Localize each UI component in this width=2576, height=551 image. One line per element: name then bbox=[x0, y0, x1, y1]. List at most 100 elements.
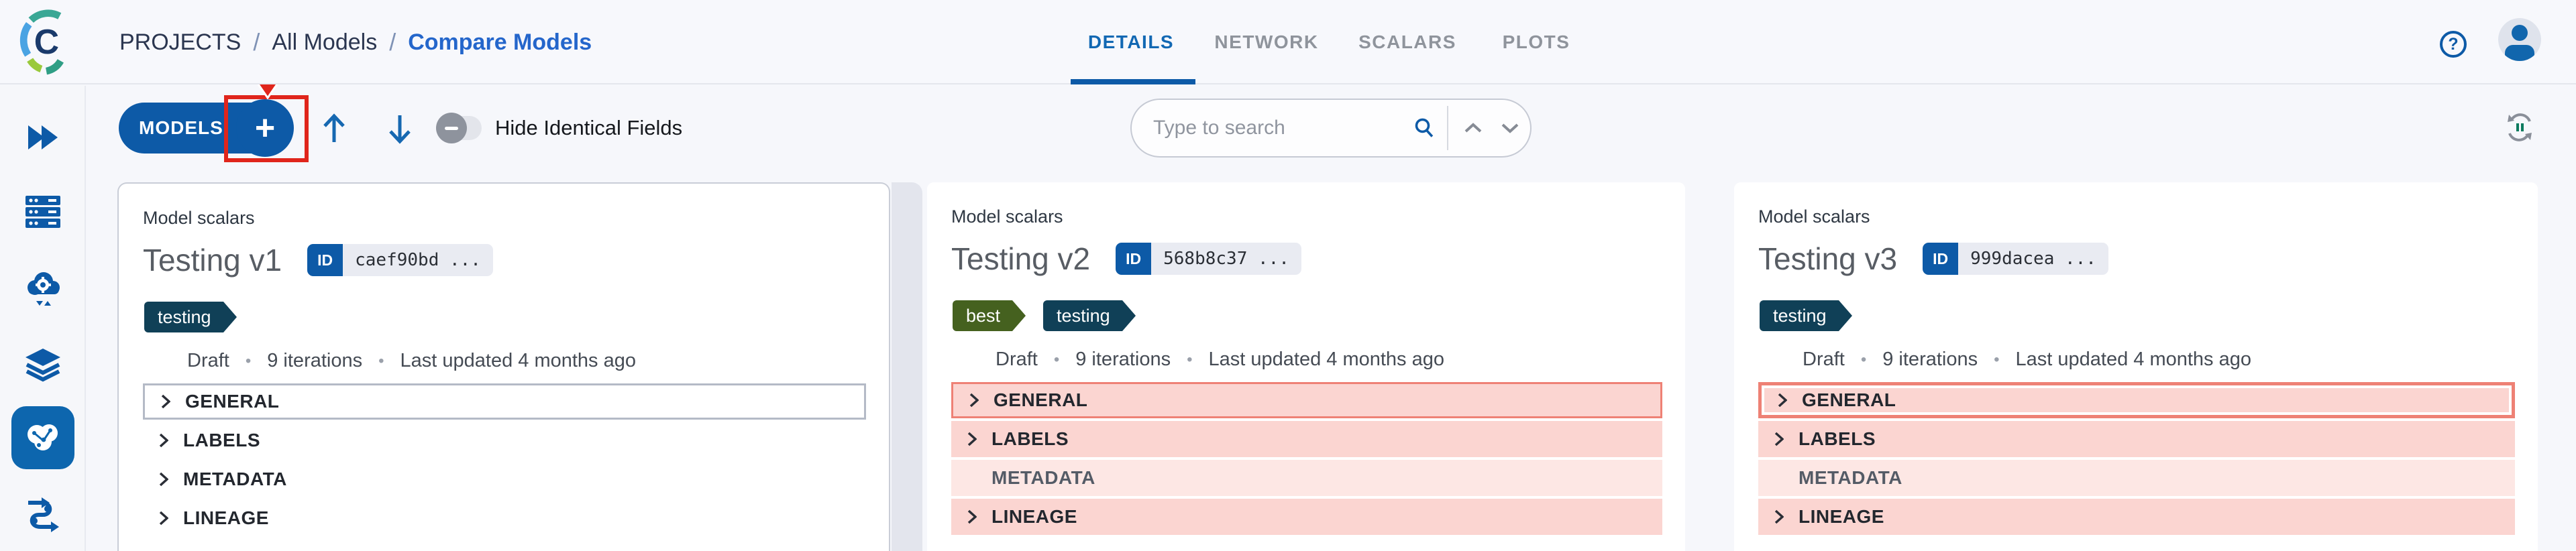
tag-testing: testing bbox=[1760, 300, 1839, 331]
id-chip-label: ID bbox=[307, 244, 343, 276]
help-icon[interactable]: ? bbox=[2440, 31, 2467, 58]
breadcrumb-separator: / bbox=[253, 28, 260, 56]
section-lineage[interactable]: LINEAGE bbox=[951, 499, 1662, 535]
breadcrumb-all-models[interactable]: All Models bbox=[272, 29, 377, 56]
id-chip-value: 568b8c37 ... bbox=[1151, 243, 1301, 275]
search-divider bbox=[1447, 106, 1448, 150]
model-id-chip[interactable]: ID caef90bd ... bbox=[307, 244, 493, 276]
model-title: Testing v1 bbox=[143, 242, 282, 278]
section-labels[interactable]: LABELS bbox=[1758, 421, 2515, 457]
hide-identical-fields-label: Hide Identical Fields bbox=[495, 103, 682, 154]
section-general[interactable]: GENERAL bbox=[1758, 382, 2515, 418]
clearml-logo-icon[interactable]: C bbox=[19, 7, 70, 76]
status-separator: • bbox=[378, 352, 384, 371]
breadcrumb-separator: / bbox=[389, 28, 396, 56]
section-label: GENERAL bbox=[994, 389, 1087, 411]
sidebar-item-workers[interactable] bbox=[0, 180, 86, 245]
status-iterations: 9 iterations bbox=[1882, 349, 1978, 371]
tab-scalars[interactable]: SCALARS bbox=[1358, 0, 1456, 84]
move-down-icon[interactable] bbox=[386, 113, 413, 145]
status-iterations: 9 iterations bbox=[267, 350, 362, 372]
chevron-down-icon bbox=[1501, 122, 1519, 134]
search-next-button[interactable] bbox=[1491, 99, 1530, 158]
card-title-row: Testing v3 ID 999dacea ... bbox=[1758, 240, 2108, 278]
chevron-right-icon bbox=[1774, 509, 1784, 524]
chevron-right-icon bbox=[159, 472, 168, 487]
status-separator: • bbox=[1861, 351, 1866, 369]
search-prev-button[interactable] bbox=[1456, 99, 1490, 158]
hide-identical-fields-toggle[interactable] bbox=[437, 116, 482, 140]
card-stack-edge bbox=[892, 182, 922, 551]
active-tab-underline bbox=[1071, 79, 1195, 84]
cloud-gear-icon bbox=[23, 270, 63, 309]
tag-testing: testing bbox=[1043, 300, 1122, 331]
chevron-right-icon bbox=[159, 433, 168, 448]
sidebar-item-models-active[interactable] bbox=[11, 406, 74, 469]
search-icon[interactable] bbox=[1413, 116, 1435, 140]
section-general[interactable]: GENERAL bbox=[951, 382, 1662, 418]
section-label: LABELS bbox=[991, 428, 1069, 450]
sidebar-item-pipelines[interactable] bbox=[0, 483, 86, 547]
top-header: C PROJECTS / All Models / Compare Models… bbox=[0, 0, 2576, 84]
search-input[interactable] bbox=[1152, 116, 1413, 140]
id-chip-label: ID bbox=[1923, 243, 1958, 275]
sidebar-item-getting-started[interactable] bbox=[0, 105, 86, 170]
auto-refresh-button[interactable] bbox=[2505, 113, 2534, 142]
breadcrumb: PROJECTS / All Models / Compare Models bbox=[119, 0, 592, 84]
section-label: LINEAGE bbox=[1799, 506, 1884, 528]
model-id-chip[interactable]: ID 999dacea ... bbox=[1923, 243, 2108, 275]
sidebar-item-serving[interactable] bbox=[0, 257, 86, 322]
status-updated: Last updated 4 months ago bbox=[2016, 349, 2251, 371]
status-row: Draft • 9 iterations • Last updated 4 mo… bbox=[1803, 349, 2251, 371]
pipeline-icon bbox=[25, 495, 60, 535]
section-metadata[interactable]: METADATA bbox=[143, 461, 866, 497]
svg-text:C: C bbox=[34, 22, 59, 61]
sidebar-item-datasets[interactable] bbox=[0, 333, 86, 397]
status-updated: Last updated 4 months ago bbox=[1209, 349, 1444, 371]
sections-list: GENERAL LABELS METADATA LINEAGE bbox=[951, 382, 1662, 538]
sections-list: GENERAL LABELS METADATA LINEAGE bbox=[1758, 382, 2515, 538]
tags-row: testing bbox=[144, 302, 254, 332]
section-lineage[interactable]: LINEAGE bbox=[143, 500, 866, 536]
servers-icon bbox=[24, 194, 62, 231]
section-label: METADATA bbox=[991, 467, 1095, 489]
section-label: GENERAL bbox=[185, 391, 279, 412]
status-separator: • bbox=[1187, 351, 1192, 369]
model-card-testing-v1: Model scalars Testing v1 ID caef90bd ...… bbox=[117, 182, 890, 551]
chevron-up-icon bbox=[1464, 122, 1483, 134]
breadcrumb-compare-models[interactable]: Compare Models bbox=[408, 29, 592, 56]
section-general[interactable]: GENERAL bbox=[143, 383, 866, 420]
section-labels[interactable]: LABELS bbox=[143, 422, 866, 458]
double-play-icon bbox=[25, 124, 60, 151]
status-row: Draft • 9 iterations • Last updated 4 mo… bbox=[996, 349, 1444, 371]
card-kicker: Model scalars bbox=[951, 206, 1063, 227]
add-model-button[interactable]: + bbox=[236, 99, 294, 157]
section-lineage[interactable]: LINEAGE bbox=[1758, 499, 2515, 535]
tab-plots[interactable]: PLOTS bbox=[1503, 0, 1570, 84]
user-avatar-icon[interactable] bbox=[2498, 18, 2541, 61]
app-sidebar bbox=[0, 86, 86, 551]
status-separator: • bbox=[246, 352, 251, 371]
search-box bbox=[1130, 99, 1532, 158]
status-state: Draft bbox=[1803, 349, 1845, 371]
section-metadata: METADATA bbox=[951, 460, 1662, 496]
layers-icon bbox=[24, 349, 62, 382]
card-title-row: Testing v1 ID caef90bd ... bbox=[143, 241, 493, 279]
tab-details[interactable]: DETAILS bbox=[1088, 0, 1174, 84]
chevron-right-icon bbox=[159, 511, 168, 526]
toggle-knob bbox=[436, 113, 467, 143]
move-up-icon[interactable] bbox=[321, 113, 347, 145]
status-separator: • bbox=[1994, 351, 1999, 369]
tag-best: best bbox=[953, 300, 1012, 331]
brain-models-icon bbox=[23, 421, 62, 454]
section-labels[interactable]: LABELS bbox=[951, 421, 1662, 457]
model-id-chip[interactable]: ID 568b8c37 ... bbox=[1116, 243, 1301, 275]
breadcrumb-projects[interactable]: PROJECTS bbox=[119, 29, 241, 56]
id-chip-label: ID bbox=[1116, 243, 1151, 275]
tab-network[interactable]: NETWORK bbox=[1214, 0, 1318, 84]
status-state: Draft bbox=[187, 350, 229, 372]
tags-row: best testing bbox=[953, 300, 1153, 331]
chevron-right-icon bbox=[1778, 393, 1787, 408]
chevron-right-icon bbox=[1774, 432, 1784, 446]
status-iterations: 9 iterations bbox=[1075, 349, 1171, 371]
